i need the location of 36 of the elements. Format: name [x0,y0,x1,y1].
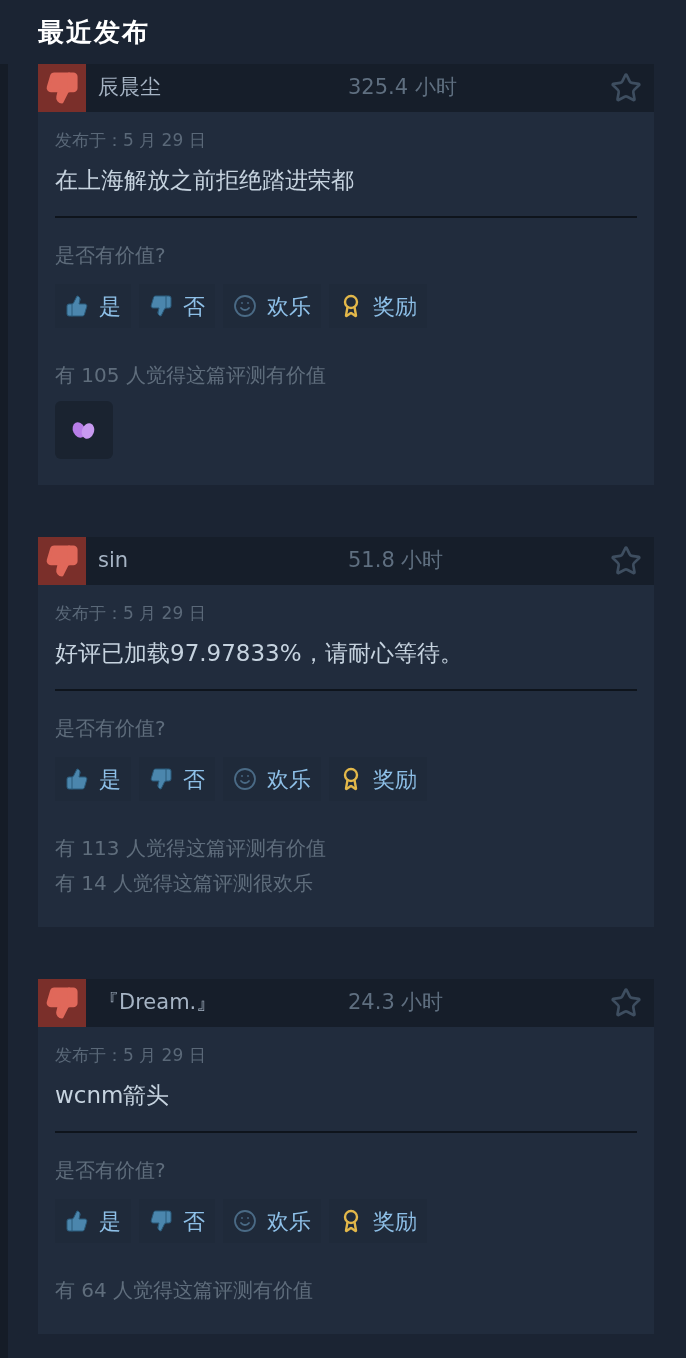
helpful-count: 有 64 人觉得这篇评测有价值 [55,1277,315,1304]
thumbs-up-icon [65,294,89,318]
review-text: 在上海解放之前拒绝踏进荣都 [55,166,355,195]
thumbs-down-icon [149,767,173,791]
helpful-question: 是否有价值? [55,1157,167,1184]
playtime: 24.3 小时 [348,989,444,1017]
star-icon[interactable] [610,72,642,104]
thumbs-down-icon [45,544,79,578]
helpful-count: 有 14 人觉得这篇评测很欢乐 [55,870,315,897]
thumbs-up-icon [65,1209,89,1233]
smiley-icon [233,1209,257,1233]
author-name[interactable]: sin [98,545,338,577]
smiley-icon [233,294,257,318]
thumbs-down-icon [45,986,79,1020]
star-icon[interactable] [610,545,642,577]
helpful-count: 有 113 人觉得这篇评测有价值 [55,835,327,862]
playtime: 325.4 小时 [348,74,457,102]
posted-date: 发布于：5 月 29 日 [55,602,207,625]
playtime: 51.8 小时 [348,547,444,575]
thumbs-down-icon [45,71,79,105]
posted-date: 发布于：5 月 29 日 [55,1044,207,1067]
thumbs-down-icon [149,1209,173,1233]
helpful-question: 是否有价值? [55,242,167,269]
review-text: wcnm箭头 [55,1081,171,1110]
helpful-question: 是否有价值? [55,715,167,742]
author-name[interactable]: 『Dream.』 [98,987,338,1019]
thumbs-down-icon [149,294,173,318]
posted-date: 发布于：5 月 29 日 [55,129,207,152]
author-name[interactable]: 辰晨尘 [98,72,338,104]
review-text: 好评已加载97.97833%，请耐心等待。 [55,639,464,668]
thumbs-up-icon [65,767,89,791]
smiley-icon [233,767,257,791]
helpful-count: 有 105 人觉得这篇评测有价值 [55,362,327,389]
award-badge[interactable] [55,401,113,459]
star-icon[interactable] [610,987,642,1019]
section-title: 最近发布 [38,15,151,49]
